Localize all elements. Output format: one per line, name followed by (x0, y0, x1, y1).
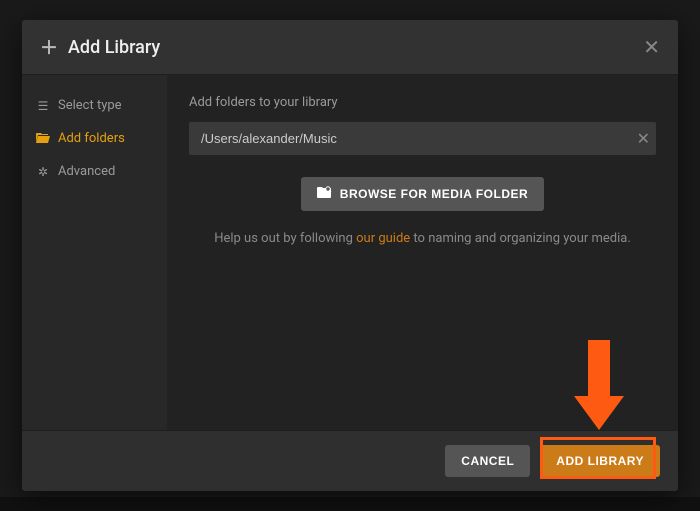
close-button[interactable]: ✕ (643, 35, 660, 60)
modal-footer: CANCEL ADD LIBRARY (22, 430, 678, 491)
folder-open-icon (36, 132, 50, 146)
content-panel: Add folders to your library ✕ BROWSE FOR… (167, 75, 678, 430)
browse-button-label: BROWSE FOR MEDIA FOLDER (340, 187, 528, 201)
sidebar-item-label: Select type (58, 98, 122, 113)
guide-link[interactable]: our guide (356, 231, 410, 246)
gear-icon: ✲ (36, 165, 50, 179)
list-icon: ☰ (36, 99, 50, 113)
browse-folder-button[interactable]: BROWSE FOR MEDIA FOLDER (301, 177, 544, 211)
sidebar-item-select-type[interactable]: ☰ Select type (22, 89, 167, 122)
modal-header: ＋ Add Library ✕ (22, 20, 678, 75)
clear-path-button[interactable]: ✕ (637, 129, 650, 149)
help-text: Help us out by following our guide to na… (189, 231, 656, 246)
instruction-label: Add folders to your library (189, 95, 656, 110)
sidebar-item-label: Advanced (58, 164, 115, 179)
add-library-modal: ＋ Add Library ✕ ☰ Select type Add folder… (22, 20, 678, 491)
cancel-button[interactable]: CANCEL (445, 445, 530, 477)
sidebar-item-add-folders[interactable]: Add folders (22, 122, 167, 155)
add-library-button[interactable]: ADD LIBRARY (540, 445, 660, 477)
sidebar: ☰ Select type Add folders ✲ Advanced (22, 75, 167, 430)
plus-icon: ＋ (40, 34, 58, 60)
sidebar-item-advanced[interactable]: ✲ Advanced (22, 155, 167, 188)
folder-search-icon (317, 186, 332, 202)
sidebar-item-label: Add folders (58, 131, 125, 146)
folder-path-input[interactable] (189, 122, 656, 155)
modal-title: Add Library (68, 37, 160, 58)
